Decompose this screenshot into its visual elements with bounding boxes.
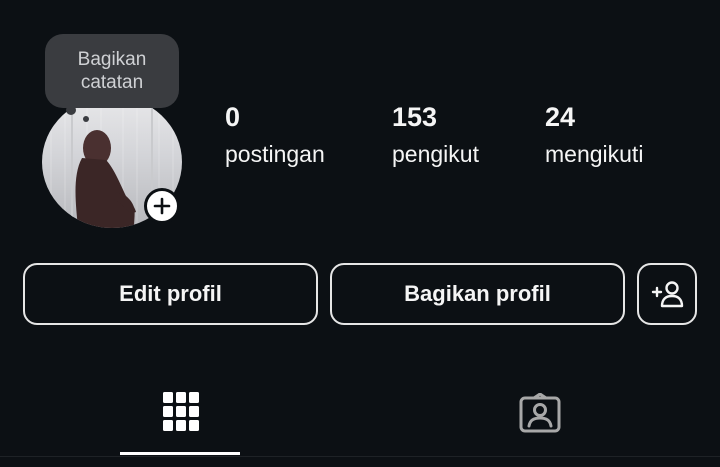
- share-profile-label: Bagikan profil: [404, 281, 551, 306]
- stat-followers-count: 153: [392, 102, 438, 132]
- plus-icon: [153, 197, 171, 215]
- stat-followers-label: pengikut: [392, 141, 479, 167]
- note-text-line2: catatan: [80, 72, 144, 93]
- stat-posts[interactable]: 0 postingan: [225, 100, 325, 170]
- stat-posts-count: 0: [225, 102, 241, 132]
- note-bubble-tail-small: [83, 116, 89, 122]
- grid-icon: [163, 392, 199, 431]
- profile-avatar-container[interactable]: [42, 96, 184, 228]
- stat-followers[interactable]: 153 pengikut: [392, 100, 479, 170]
- tab-posts-grid[interactable]: [163, 392, 199, 437]
- add-story-button[interactable]: [144, 188, 180, 224]
- add-person-icon: [651, 281, 684, 308]
- discover-people-button[interactable]: [637, 263, 697, 325]
- tab-divider: [0, 456, 720, 457]
- active-tab-indicator: [120, 452, 240, 455]
- stat-following-count: 24: [545, 102, 576, 132]
- note-bubble-tail: [66, 105, 76, 115]
- share-note-bubble[interactable]: Bagikan catatan: [45, 34, 179, 108]
- tagged-person-icon: [519, 392, 561, 433]
- stat-posts-label: postingan: [225, 141, 325, 167]
- edit-profile-button[interactable]: Edit profil: [23, 263, 318, 325]
- share-profile-button[interactable]: Bagikan profil: [330, 263, 625, 325]
- tab-tagged[interactable]: [519, 392, 561, 438]
- stat-following-label: mengikuti: [545, 141, 644, 167]
- edit-profile-label: Edit profil: [119, 281, 222, 306]
- stat-following[interactable]: 24 mengikuti: [545, 100, 643, 170]
- note-text-line1: Bagikan: [77, 49, 147, 70]
